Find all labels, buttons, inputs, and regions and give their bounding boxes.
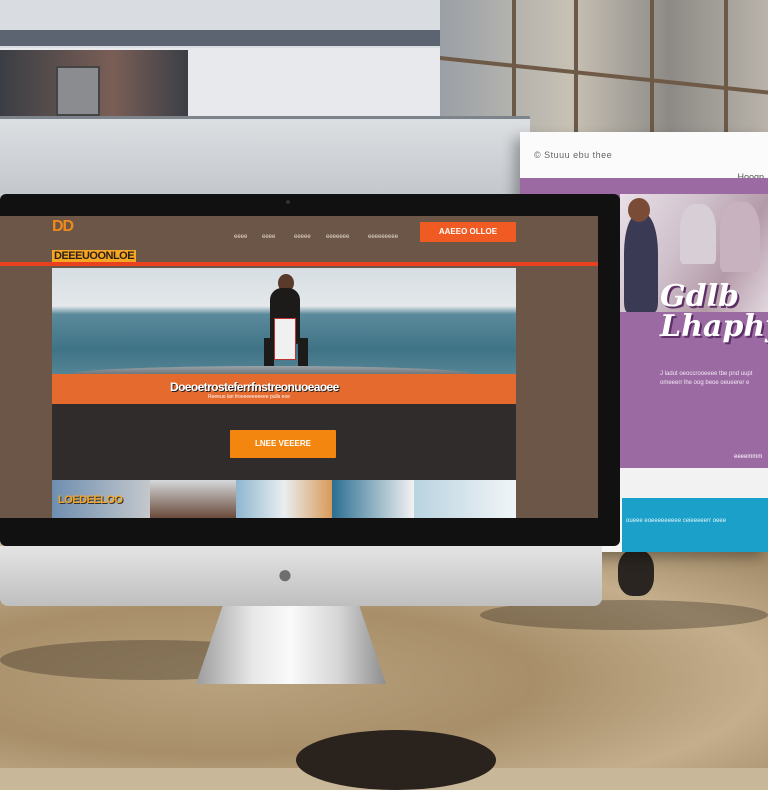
imac-chin: ● xyxy=(0,546,602,606)
header-divider xyxy=(0,262,598,266)
panel-body-text: J ladut oeoccrooeeee tbe pnd uupt omeeer… xyxy=(660,371,753,386)
site-gutter-right xyxy=(516,266,598,518)
imac-stand xyxy=(196,606,386,684)
nav-item[interactable]: eeeee xyxy=(294,234,311,240)
panel-header: © Stuuu ebu thee Hoogp xyxy=(520,132,768,182)
hero-title: Doeoetrosteferrfnstreonuoeaoee xyxy=(170,380,339,394)
thumbnail[interactable]: LOEDEELOO xyxy=(52,480,150,518)
site-navbar: DD DEEEUOONLOE eeee eeee eeeee eeeeeee e… xyxy=(0,216,598,264)
panel-logo: © Stuuu ebu thee xyxy=(534,150,613,160)
person-figure xyxy=(720,202,760,272)
site-logo[interactable]: DEEEUOONLOE xyxy=(52,250,137,262)
site-gutter-left xyxy=(0,266,52,518)
surfer-leg xyxy=(298,338,308,366)
camera-icon xyxy=(286,200,290,204)
person-figure xyxy=(624,214,658,312)
imac-display: DD DEEEUOONLOE eeee eeee eeeee eeeeeee e… xyxy=(0,194,620,546)
cta-section: LNEE VEEERE xyxy=(52,404,516,480)
thumbnail[interactable] xyxy=(150,480,236,518)
thumbnail[interactable] xyxy=(414,480,516,518)
panel-footer: oueee eoeeeeeeeee ceieeeeerr oeee xyxy=(622,498,768,552)
panel-read-more-link[interactable]: eeeemmm xyxy=(734,454,762,460)
dark-rock xyxy=(296,730,496,790)
nav-item[interactable]: eeeeeeeee xyxy=(368,234,398,240)
thumbnail-strip: LOEDEELOO xyxy=(52,480,516,518)
vehicle-tire xyxy=(618,550,654,596)
site-logo-mark[interactable]: DD xyxy=(52,218,74,236)
nav-item[interactable]: eeee xyxy=(234,234,247,240)
hero-subtitle: Reeeuo lan frooeeeeeeeee pulls eoe xyxy=(208,394,291,400)
hero-banner: Doeoetrosteferrfnstreonuoeaoee Reeeuo la… xyxy=(52,268,516,404)
surfer-board-sign xyxy=(274,318,296,360)
nav-item[interactable]: eeeeeee xyxy=(326,234,349,240)
nav-item[interactable]: eeee xyxy=(262,234,275,240)
thumbnail-label: LOEDEELOO xyxy=(58,494,123,506)
panel-footer-text: oueee eoeeeeeeeee ceieeeeerr oeee xyxy=(626,518,727,524)
main-cta-button[interactable]: LNEE VEEERE xyxy=(230,430,336,458)
apple-icon: ● xyxy=(277,559,293,589)
header-cta-button[interactable]: AAEEO OLLOE xyxy=(420,222,516,242)
imac-screen: DD DEEEUOONLOE eeee eeee eeeee eeeeeee e… xyxy=(0,216,598,518)
building-ledge xyxy=(0,116,530,199)
person-head xyxy=(628,198,650,222)
person-figure xyxy=(680,204,716,264)
panel-heading: Gdlb Lhaphy xyxy=(660,279,768,344)
thumbnail[interactable] xyxy=(236,480,332,518)
building-window-strip xyxy=(0,30,440,46)
thumbnail[interactable] xyxy=(332,480,414,518)
surfer-leg xyxy=(264,338,274,366)
building-door xyxy=(56,66,100,116)
